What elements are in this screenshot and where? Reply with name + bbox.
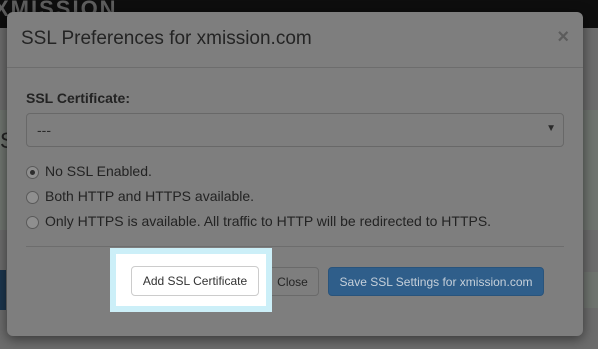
radio-button[interactable] — [26, 216, 39, 229]
radio-label: No SSL Enabled. — [45, 163, 152, 179]
save-ssl-settings-button[interactable]: Save SSL Settings for xmission.com — [328, 267, 544, 296]
ssl-certificate-label: SSL Certificate: — [26, 90, 130, 106]
footer-divider — [26, 246, 564, 247]
radio-http-and-https[interactable]: Both HTTP and HTTPS available. — [26, 188, 326, 208]
radio-no-ssl[interactable]: No SSL Enabled. — [26, 163, 326, 183]
radio-button-checked[interactable] — [26, 166, 39, 179]
close-icon[interactable]: × — [557, 26, 569, 49]
caret-down-icon: ▼ — [546, 123, 556, 134]
ssl-certificate-select[interactable]: --- ▼ — [26, 113, 564, 147]
radio-label: Only HTTPS is available. All traffic to … — [45, 213, 492, 229]
radio-label: Both HTTP and HTTPS available. — [45, 188, 255, 204]
ssl-certificate-selected-value: --- — [37, 122, 51, 138]
modal-header: SSL Preferences for xmission.com × — [7, 12, 583, 68]
modal-title: SSL Preferences for xmission.com — [21, 28, 312, 49]
radio-button[interactable] — [26, 191, 39, 204]
ssl-preferences-modal: SSL Preferences for xmission.com × SSL C… — [7, 12, 583, 336]
close-button[interactable]: Close — [266, 267, 319, 296]
radio-https-only[interactable]: Only HTTPS is available. All traffic to … — [26, 213, 546, 233]
add-ssl-certificate-button[interactable]: Add SSL Certificate — [131, 266, 259, 296]
